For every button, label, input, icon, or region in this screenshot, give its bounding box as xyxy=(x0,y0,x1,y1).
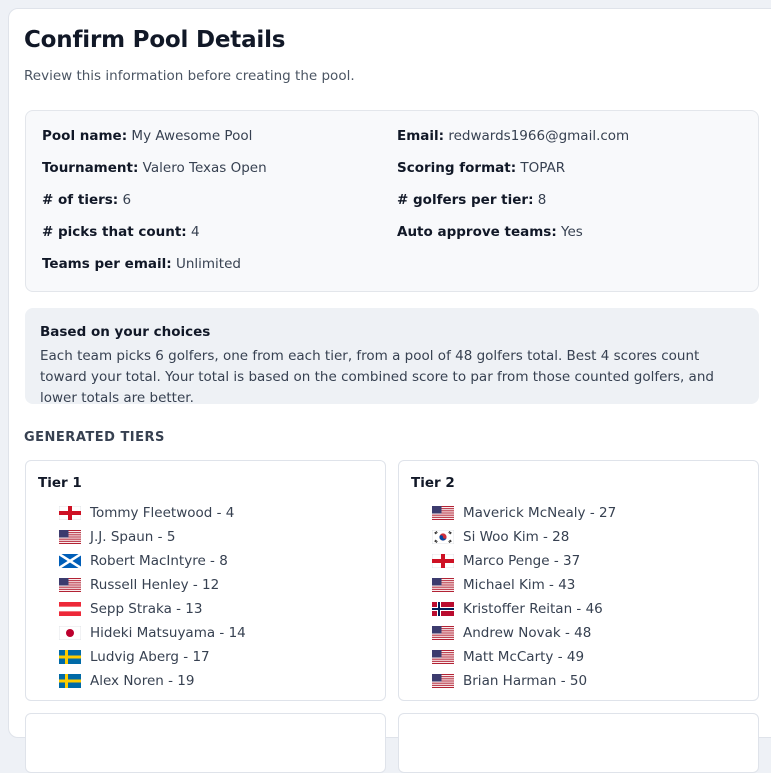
golfer-label: Si Woo Kim - 28 xyxy=(463,529,570,545)
golfer-label: Michael Kim - 43 xyxy=(463,577,576,593)
england-flag-icon xyxy=(59,506,81,520)
detail-scoring-format: Scoring format: TOPAR xyxy=(397,160,566,176)
pool-details-panel: Pool name: My Awesome Pool Email: redwar… xyxy=(25,110,759,292)
detail-golfers-per-tier: # golfers per tier: 8 xyxy=(397,192,547,208)
golfer-label: Tommy Fleetwood - 4 xyxy=(90,505,235,521)
usa-flag-icon xyxy=(432,650,454,664)
golfer-label: Brian Harman - 50 xyxy=(463,673,588,689)
golfer-label: Robert MacIntyre - 8 xyxy=(90,553,228,569)
golfer-label: Alex Noren - 19 xyxy=(90,673,195,689)
norway-flag-icon xyxy=(432,602,454,616)
golfer-list-item: Tommy Fleetwood - 4 xyxy=(59,501,246,525)
golfer-list-item: Marco Penge - 37 xyxy=(432,549,616,573)
page-title: Confirm Pool Details xyxy=(24,27,286,53)
golfer-label: Russell Henley - 12 xyxy=(90,577,220,593)
detail-tiers: # of tiers: 6 xyxy=(42,192,132,208)
korea-flag-icon xyxy=(432,530,454,544)
sweden-flag-icon xyxy=(59,650,81,664)
tier-title: Tier 1 xyxy=(38,475,82,491)
detail-pool-name: Pool name: My Awesome Pool xyxy=(42,128,253,144)
golfer-label: Hideki Matsuyama - 14 xyxy=(90,625,246,641)
tier-card: Tier 1 Tommy Fleetwood - 4 J.J. Spaun - 5… xyxy=(25,460,386,701)
golfer-list-item: Russell Henley - 12 xyxy=(59,573,246,597)
golfer-list-item: Brian Harman - 50 xyxy=(432,669,616,693)
summary-text: Each team picks 6 golfers, one from each… xyxy=(40,348,714,406)
usa-flag-icon xyxy=(432,626,454,640)
golfer-list-item: Sepp Straka - 13 xyxy=(59,597,246,621)
summary-title: Based on your choices xyxy=(40,324,211,340)
golfer-list-item: Alex Noren - 19 xyxy=(59,669,246,693)
golfer-list-item: Si Woo Kim - 28 xyxy=(432,525,616,549)
golfer-label: Matt McCarty - 49 xyxy=(463,649,585,665)
sweden-flag-icon xyxy=(59,674,81,688)
detail-teams-per-email: Teams per email: Unlimited xyxy=(42,256,241,272)
golfer-list-item: Kristoffer Reitan - 46 xyxy=(432,597,616,621)
detail-tournament: Tournament: Valero Texas Open xyxy=(42,160,267,176)
golfer-label: Kristoffer Reitan - 46 xyxy=(463,601,603,617)
golfer-list-item: Michael Kim - 43 xyxy=(432,573,616,597)
austria-flag-icon xyxy=(59,602,81,616)
golfer-label: Marco Penge - 37 xyxy=(463,553,581,569)
page-subtitle: Review this information before creating … xyxy=(24,68,355,84)
golfer-list: Tommy Fleetwood - 4 J.J. Spaun - 5 Robert … xyxy=(59,501,246,693)
golfer-list-item: Matt McCarty - 49 xyxy=(432,645,616,669)
detail-picks-count: # picks that count: 4 xyxy=(42,224,200,240)
generated-tiers-heading: GENERATED TIERS xyxy=(24,430,165,445)
golfer-list-item: Robert MacIntyre - 8 xyxy=(59,549,246,573)
golfer-list-item: Hideki Matsuyama - 14 xyxy=(59,621,246,645)
england-flag-icon xyxy=(432,554,454,568)
usa-flag-icon xyxy=(59,530,81,544)
japan-flag-icon xyxy=(59,626,81,640)
tier-card-partial xyxy=(398,713,759,773)
detail-auto-approve: Auto approve teams: Yes xyxy=(397,224,583,240)
tier-title: Tier 2 xyxy=(411,475,455,491)
golfer-list-item: Ludvig Aberg - 17 xyxy=(59,645,246,669)
usa-flag-icon xyxy=(432,506,454,520)
confirm-pool-card: Confirm Pool Details Review this informa… xyxy=(8,8,771,773)
usa-flag-icon xyxy=(432,674,454,688)
tier-card-partial xyxy=(25,713,386,773)
golfer-label: J.J. Spaun - 5 xyxy=(90,529,176,545)
golfer-label: Maverick McNealy - 27 xyxy=(463,505,617,521)
usa-flag-icon xyxy=(432,578,454,592)
golfer-list: Maverick McNealy - 27 Si Woo Kim - 28 Marc… xyxy=(432,501,616,693)
golfer-label: Andrew Novak - 48 xyxy=(463,625,592,641)
scotland-flag-icon xyxy=(59,554,81,568)
tier-card: Tier 2 Maverick McNealy - 27 Si Woo Kim -… xyxy=(398,460,759,701)
detail-email: Email: redwards1966@gmail.com xyxy=(397,128,630,144)
golfer-list-item: Andrew Novak - 48 xyxy=(432,621,616,645)
golfer-list-item: J.J. Spaun - 5 xyxy=(59,525,246,549)
choices-summary: Based on your choices Each team picks 6 … xyxy=(25,308,759,406)
usa-flag-icon xyxy=(59,578,81,592)
golfer-list-item: Maverick McNealy - 27 xyxy=(432,501,616,525)
golfer-label: Ludvig Aberg - 17 xyxy=(90,649,210,665)
golfer-label: Sepp Straka - 13 xyxy=(90,601,203,617)
